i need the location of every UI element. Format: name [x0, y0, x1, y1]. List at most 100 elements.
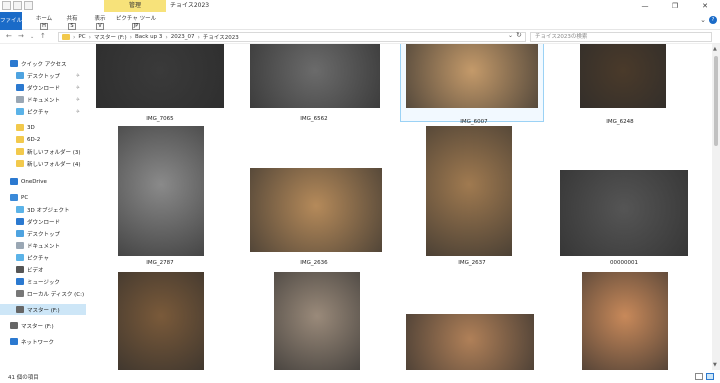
sidebar-item-label: ピクチャ — [27, 255, 49, 262]
sidebar-item[interactable]: マスター (F:) — [0, 320, 86, 331]
file-name-label[interactable]: IMG_2637 — [432, 260, 512, 266]
scroll-down-icon[interactable]: ▼ — [713, 362, 717, 368]
expand-ribbon-icon[interactable]: ⌄ — [700, 16, 706, 24]
sidebar-item[interactable]: 新しいフォルダー (4) — [0, 158, 86, 169]
tab-picture-tools[interactable]: ピクチャ ツール JP — [114, 14, 158, 30]
file-name-label[interactable]: IMG_2636 — [274, 260, 354, 266]
sidebar-item-label: ドキュメント — [27, 97, 61, 104]
search-input[interactable]: チョイス2023の検索 — [530, 32, 712, 42]
photo-icon — [96, 44, 224, 108]
close-button[interactable]: ✕ — [690, 0, 720, 12]
sidebar-item[interactable]: クイック アクセス — [0, 58, 86, 69]
folder-icon — [10, 322, 18, 329]
folder-icon — [16, 84, 24, 91]
ribbon: ファイル ホーム H 共有 S 表示 V ピクチャ ツール JP ⌄ ? — [0, 12, 720, 30]
window-title: チョイス2023 — [170, 2, 210, 9]
image-thumbnail[interactable] — [582, 272, 668, 370]
status-bar: 41 個の項目 — [0, 370, 720, 383]
image-thumbnail[interactable] — [580, 44, 666, 108]
back-arrow-icon[interactable]: ← — [6, 32, 12, 40]
qat-button-1[interactable] — [2, 1, 11, 10]
sidebar-item[interactable]: PC — [0, 192, 86, 203]
file-name-label[interactable]: IMG_6248 — [580, 119, 660, 125]
sidebar-item[interactable]: ドキュメント ✈ — [0, 94, 86, 105]
sidebar-item-label: ネットワーク — [21, 339, 55, 346]
tab-home[interactable]: ホーム H — [32, 14, 56, 30]
sidebar-item[interactable]: ダウンロード — [0, 216, 86, 227]
sidebar-item-label: デスクトップ — [27, 73, 61, 80]
sidebar-item[interactable]: デスクトップ ✈ — [0, 70, 86, 81]
maximize-button[interactable]: ❐ — [660, 0, 690, 12]
vertical-scrollbar[interactable]: ▲ ▼ — [712, 44, 720, 370]
file-name-label[interactable]: 00000001 — [584, 260, 664, 266]
file-name-label[interactable]: IMG_7065 — [120, 116, 200, 122]
tab-share[interactable]: 共有 S — [62, 14, 82, 30]
folder-icon — [16, 290, 24, 297]
sidebar-item[interactable]: 3D オブジェクト — [0, 204, 86, 215]
sidebar-item[interactable]: 新しいフォルダー (3) — [0, 146, 86, 157]
keytip-view: V — [96, 23, 104, 30]
folder-icon — [16, 136, 24, 143]
sidebar-item[interactable]: マスター (F:) — [0, 304, 86, 315]
sidebar-item-label: ビデオ — [27, 267, 44, 274]
image-thumbnail[interactable] — [560, 170, 688, 256]
sidebar-item[interactable]: ミュージック — [0, 276, 86, 287]
breadcrumb-year[interactable]: 2023_07 — [171, 34, 195, 40]
image-thumbnail[interactable] — [274, 272, 360, 370]
large-icons-view-icon[interactable] — [706, 373, 714, 380]
photo-icon — [560, 170, 688, 256]
image-thumbnail[interactable] — [118, 126, 204, 256]
forward-arrow-icon[interactable]: → — [18, 32, 24, 40]
image-thumbnail[interactable] — [96, 44, 224, 108]
tab-file[interactable]: ファイル — [0, 12, 22, 30]
help-icon[interactable]: ? — [709, 16, 717, 24]
file-name-label[interactable]: IMG_6562 — [274, 116, 354, 122]
address-bar[interactable]: › PC › マスター (F:) › Back up 3 › 2023_07 ›… — [58, 32, 526, 42]
refresh-icon[interactable]: ↻ — [516, 31, 522, 39]
folder-icon — [16, 124, 24, 131]
sidebar-item-label: デスクトップ — [27, 231, 61, 238]
file-name-label[interactable]: IMG_6007 — [434, 119, 514, 125]
qat-button-3[interactable] — [24, 1, 33, 10]
image-thumbnail[interactable] — [406, 314, 534, 370]
photo-icon — [406, 314, 534, 370]
minimize-button[interactable]: — — [630, 0, 660, 12]
photo-icon — [426, 126, 512, 256]
breadcrumb-pc[interactable]: PC — [78, 34, 85, 40]
sidebar-item[interactable]: ビデオ — [0, 264, 86, 275]
breadcrumb-current[interactable]: チョイス2023 — [203, 33, 239, 41]
sidebar-item[interactable]: ピクチャ ✈ — [0, 106, 86, 117]
sidebar-item[interactable]: ダウンロード ✈ — [0, 82, 86, 93]
image-thumbnail[interactable] — [406, 44, 538, 108]
pin-icon: ✈ — [75, 84, 80, 91]
sidebar-item-label: ローカル ディスク (C:) — [27, 291, 85, 298]
qat-button-2[interactable] — [13, 1, 22, 10]
sidebar-item[interactable]: ローカル ディスク (C:) — [0, 288, 86, 299]
sidebar-item[interactable]: 3D — [0, 122, 86, 133]
scroll-up-icon[interactable]: ▲ — [713, 46, 717, 52]
sidebar-item[interactable]: ドキュメント — [0, 240, 86, 251]
tab-view[interactable]: 表示 V — [90, 14, 110, 30]
sidebar-item[interactable]: ネットワーク — [0, 336, 86, 347]
sidebar-item[interactable]: OneDrive — [0, 176, 86, 187]
sidebar-item[interactable]: デスクトップ — [0, 228, 86, 239]
image-thumbnail[interactable] — [250, 168, 382, 252]
breadcrumb-backup[interactable]: Back up 3 — [135, 34, 162, 40]
manage-context-tab[interactable]: 管理 — [104, 0, 166, 12]
breadcrumb-drive[interactable]: マスター (F:) — [94, 33, 127, 41]
image-thumbnail[interactable] — [426, 126, 512, 256]
sidebar-item[interactable]: ピクチャ — [0, 252, 86, 263]
address-dropdown-icon[interactable]: ⌄ — [508, 32, 513, 39]
sidebar-item-label: マスター (F:) — [27, 307, 60, 314]
image-thumbnail[interactable] — [118, 272, 204, 370]
recent-locations-icon[interactable]: ⌄ — [30, 34, 34, 40]
photo-icon — [250, 168, 382, 252]
image-thumbnail[interactable] — [250, 44, 380, 108]
scrollbar-thumb[interactable] — [714, 56, 718, 146]
photo-icon — [118, 126, 204, 256]
sidebar-item[interactable]: 6D-2 — [0, 134, 86, 145]
sidebar-item-label: ダウンロード — [27, 85, 61, 92]
details-view-icon[interactable] — [695, 373, 703, 380]
file-name-label[interactable]: IMG_2787 — [120, 260, 200, 266]
up-arrow-icon[interactable]: ↑ — [40, 32, 46, 40]
